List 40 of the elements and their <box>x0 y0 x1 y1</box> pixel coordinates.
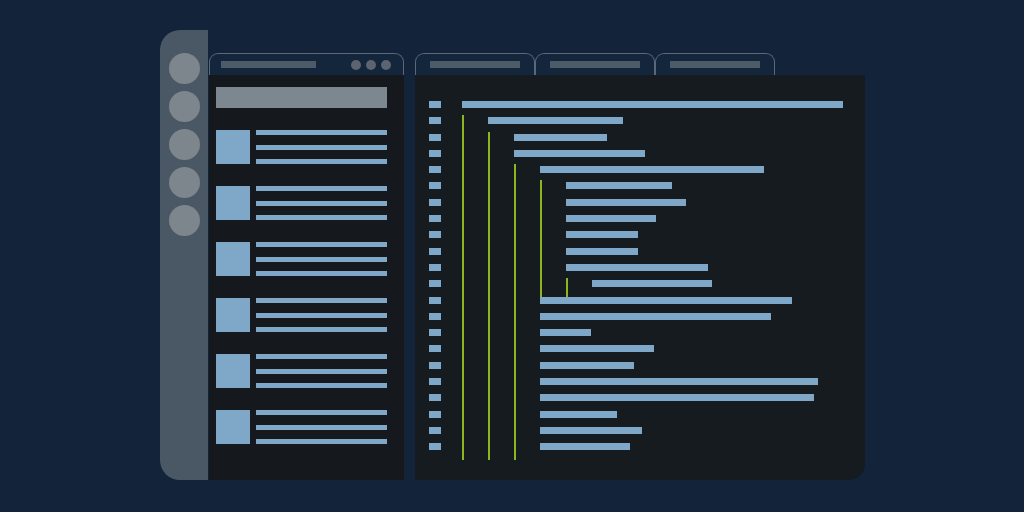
line-number <box>429 280 441 288</box>
thumbnail <box>216 410 250 444</box>
activity-button[interactable] <box>168 129 200 160</box>
window-dot[interactable] <box>381 59 391 70</box>
activity-button[interactable] <box>168 205 200 236</box>
line-number <box>429 263 441 271</box>
line-number <box>429 198 441 206</box>
thumbnail <box>216 130 250 164</box>
line-number <box>429 312 441 320</box>
editor-tab[interactable] <box>655 53 775 75</box>
line-number <box>429 410 441 418</box>
thumbnail <box>216 354 250 388</box>
activity-button[interactable] <box>168 91 200 122</box>
editor-tab[interactable] <box>535 53 655 75</box>
line-number <box>429 296 441 304</box>
line-number <box>429 426 441 434</box>
thumbnail <box>216 242 250 276</box>
line-number <box>429 215 441 223</box>
thumbnail <box>216 186 250 220</box>
activity-button[interactable] <box>168 167 200 198</box>
line-number <box>429 231 441 239</box>
window-dot[interactable] <box>351 59 361 70</box>
line-number <box>429 345 441 353</box>
line-number <box>429 101 441 108</box>
line-number <box>429 133 441 141</box>
window-dot[interactable] <box>366 59 376 70</box>
line-number <box>429 182 441 190</box>
line-number <box>429 329 441 337</box>
line-number <box>429 247 441 255</box>
line-number <box>429 117 441 125</box>
line-number <box>429 378 441 386</box>
editor-tab[interactable] <box>415 53 535 75</box>
thumbnail <box>216 298 250 332</box>
line-number <box>429 443 441 451</box>
line-number <box>429 394 441 402</box>
line-number <box>429 361 441 369</box>
line-number <box>429 149 441 157</box>
line-number <box>429 166 441 174</box>
search-field[interactable] <box>216 87 387 108</box>
activity-button[interactable] <box>168 53 200 84</box>
